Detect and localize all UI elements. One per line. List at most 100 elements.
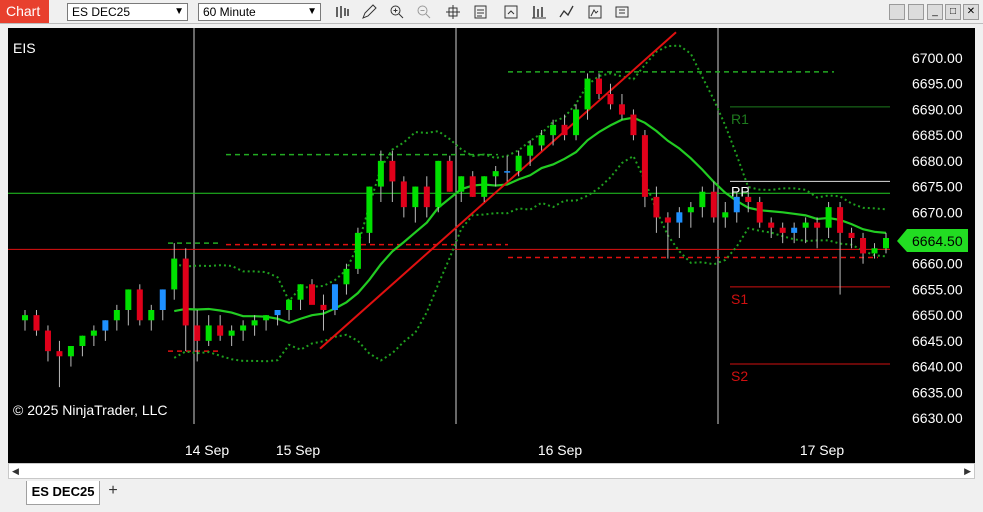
candle-body [883,238,889,249]
grid-layer [8,28,890,424]
candle-body [228,330,235,336]
chart-toolbar: Chart ES DEC25 ▼ 60 Minute ▼ _ □ ✕ [0,0,983,24]
candle-body [251,320,258,326]
candle-body [297,284,304,300]
candle-body [550,124,557,136]
candle-body [469,176,476,197]
candle-body [366,186,373,233]
scroll-left-icon[interactable]: ◀ [12,466,19,477]
templates-icon[interactable] [587,4,603,20]
candle-body [779,227,786,233]
candle-body [240,325,247,331]
share-icon[interactable] [614,4,630,20]
candle-body [458,176,465,192]
instrument-selector[interactable]: ES DEC25 ▼ [67,3,188,21]
y-tick-label: 6700.00 [912,50,963,66]
tab-es-dec25[interactable]: ES DEC25 [26,481,100,505]
data-box-icon[interactable] [473,4,489,20]
candle-body [320,304,327,310]
window-gray-button[interactable] [889,4,905,20]
y-tick-label: 6645.00 [912,333,963,349]
close-button[interactable]: ✕ [963,4,979,20]
candle-body [584,78,591,110]
overlay-layer: R1PPS1S2 [168,31,890,384]
draw-pencil-icon[interactable] [361,4,377,20]
price-chart[interactable]: R1PPS1S2 6700.006695.006690.006685.00668… [8,28,975,463]
chevron-down-icon: ▼ [174,6,184,17]
interval-value: 60 Minute [203,5,256,19]
candle-body [22,315,28,321]
interval-selector[interactable]: 60 Minute ▼ [198,3,321,21]
candle-body [492,171,499,177]
add-tab-button[interactable]: + [104,481,122,501]
last-price-label: 6664.50 [912,233,963,249]
price-chart-panel[interactable]: R1 PP S1 S2 6700.00 6695.00 6690.00 6685.00 668… [8,28,975,463]
scroll-right-icon[interactable]: ▶ [964,466,971,477]
candle-body [848,232,855,238]
candle-body [79,335,86,346]
candle-body [641,135,648,197]
candle-body [618,104,625,115]
y-tick-label: 6660.00 [912,256,963,272]
horizontal-scrollbar[interactable]: ◀ ▶ [8,463,975,479]
y-tick-label: 6655.00 [912,281,963,297]
candle-body [354,232,361,269]
candle-body [538,135,545,146]
candle-body [286,299,293,310]
symbol-label: EIS [13,40,36,56]
minimize-button[interactable]: _ [927,4,943,20]
candle-body [687,207,694,213]
y-tick-label: 6635.00 [912,384,963,400]
last-price-tag: 6664.50 [897,229,968,252]
candle-body [182,258,189,326]
candle-body [377,160,384,187]
candle-body [837,207,844,233]
candle-body [194,325,201,341]
candle-body [136,289,143,321]
chart-menu-button[interactable]: Chart [0,0,49,23]
x-tick-label: 15 Sep [276,442,321,458]
strategies-icon[interactable] [559,4,575,20]
candle-body [791,227,798,233]
lower-band-line [173,154,887,363]
candle-body [699,191,706,208]
candle-body [722,212,729,218]
y-tick-label: 6650.00 [912,307,963,323]
maximize-button[interactable]: □ [945,4,961,20]
candle-body [44,330,51,352]
properties-icon[interactable] [503,4,519,20]
bar-type-icon[interactable] [334,4,350,20]
candle-body [125,289,132,310]
candle-body [148,310,155,321]
upper-band-line [174,44,887,303]
candle-body [412,186,419,208]
pivot-s2-label: S2 [731,368,748,384]
candle-body [113,310,120,321]
candle-body [205,325,212,341]
candle-body [607,94,614,105]
y-tick-label: 6685.00 [912,127,963,143]
candle-body [653,196,660,218]
window-gray-button-2[interactable] [908,4,924,20]
candle-body [389,160,396,182]
candle-body [504,171,511,173]
candle-body [710,191,717,218]
candle-body [446,160,453,192]
x-tick-label: 14 Sep [185,442,230,458]
candle-body [573,109,580,136]
y-tick-label: 6640.00 [912,359,963,375]
candle-body [871,248,878,254]
indicators-icon[interactable] [531,4,547,20]
candle-body [825,207,832,228]
x-tick-label: 17 Sep [800,442,845,458]
candle-body [102,320,109,331]
crosshair-icon[interactable] [445,4,461,20]
candle-body [664,217,671,223]
candle-body [515,155,522,172]
zoom-in-icon[interactable] [389,4,405,20]
candle-body [733,196,740,213]
pivot-s1-label: S1 [731,291,748,307]
zoom-out-icon[interactable] [416,4,432,20]
instrument-value: ES DEC25 [72,5,131,19]
chevron-down-icon: ▼ [307,6,317,17]
